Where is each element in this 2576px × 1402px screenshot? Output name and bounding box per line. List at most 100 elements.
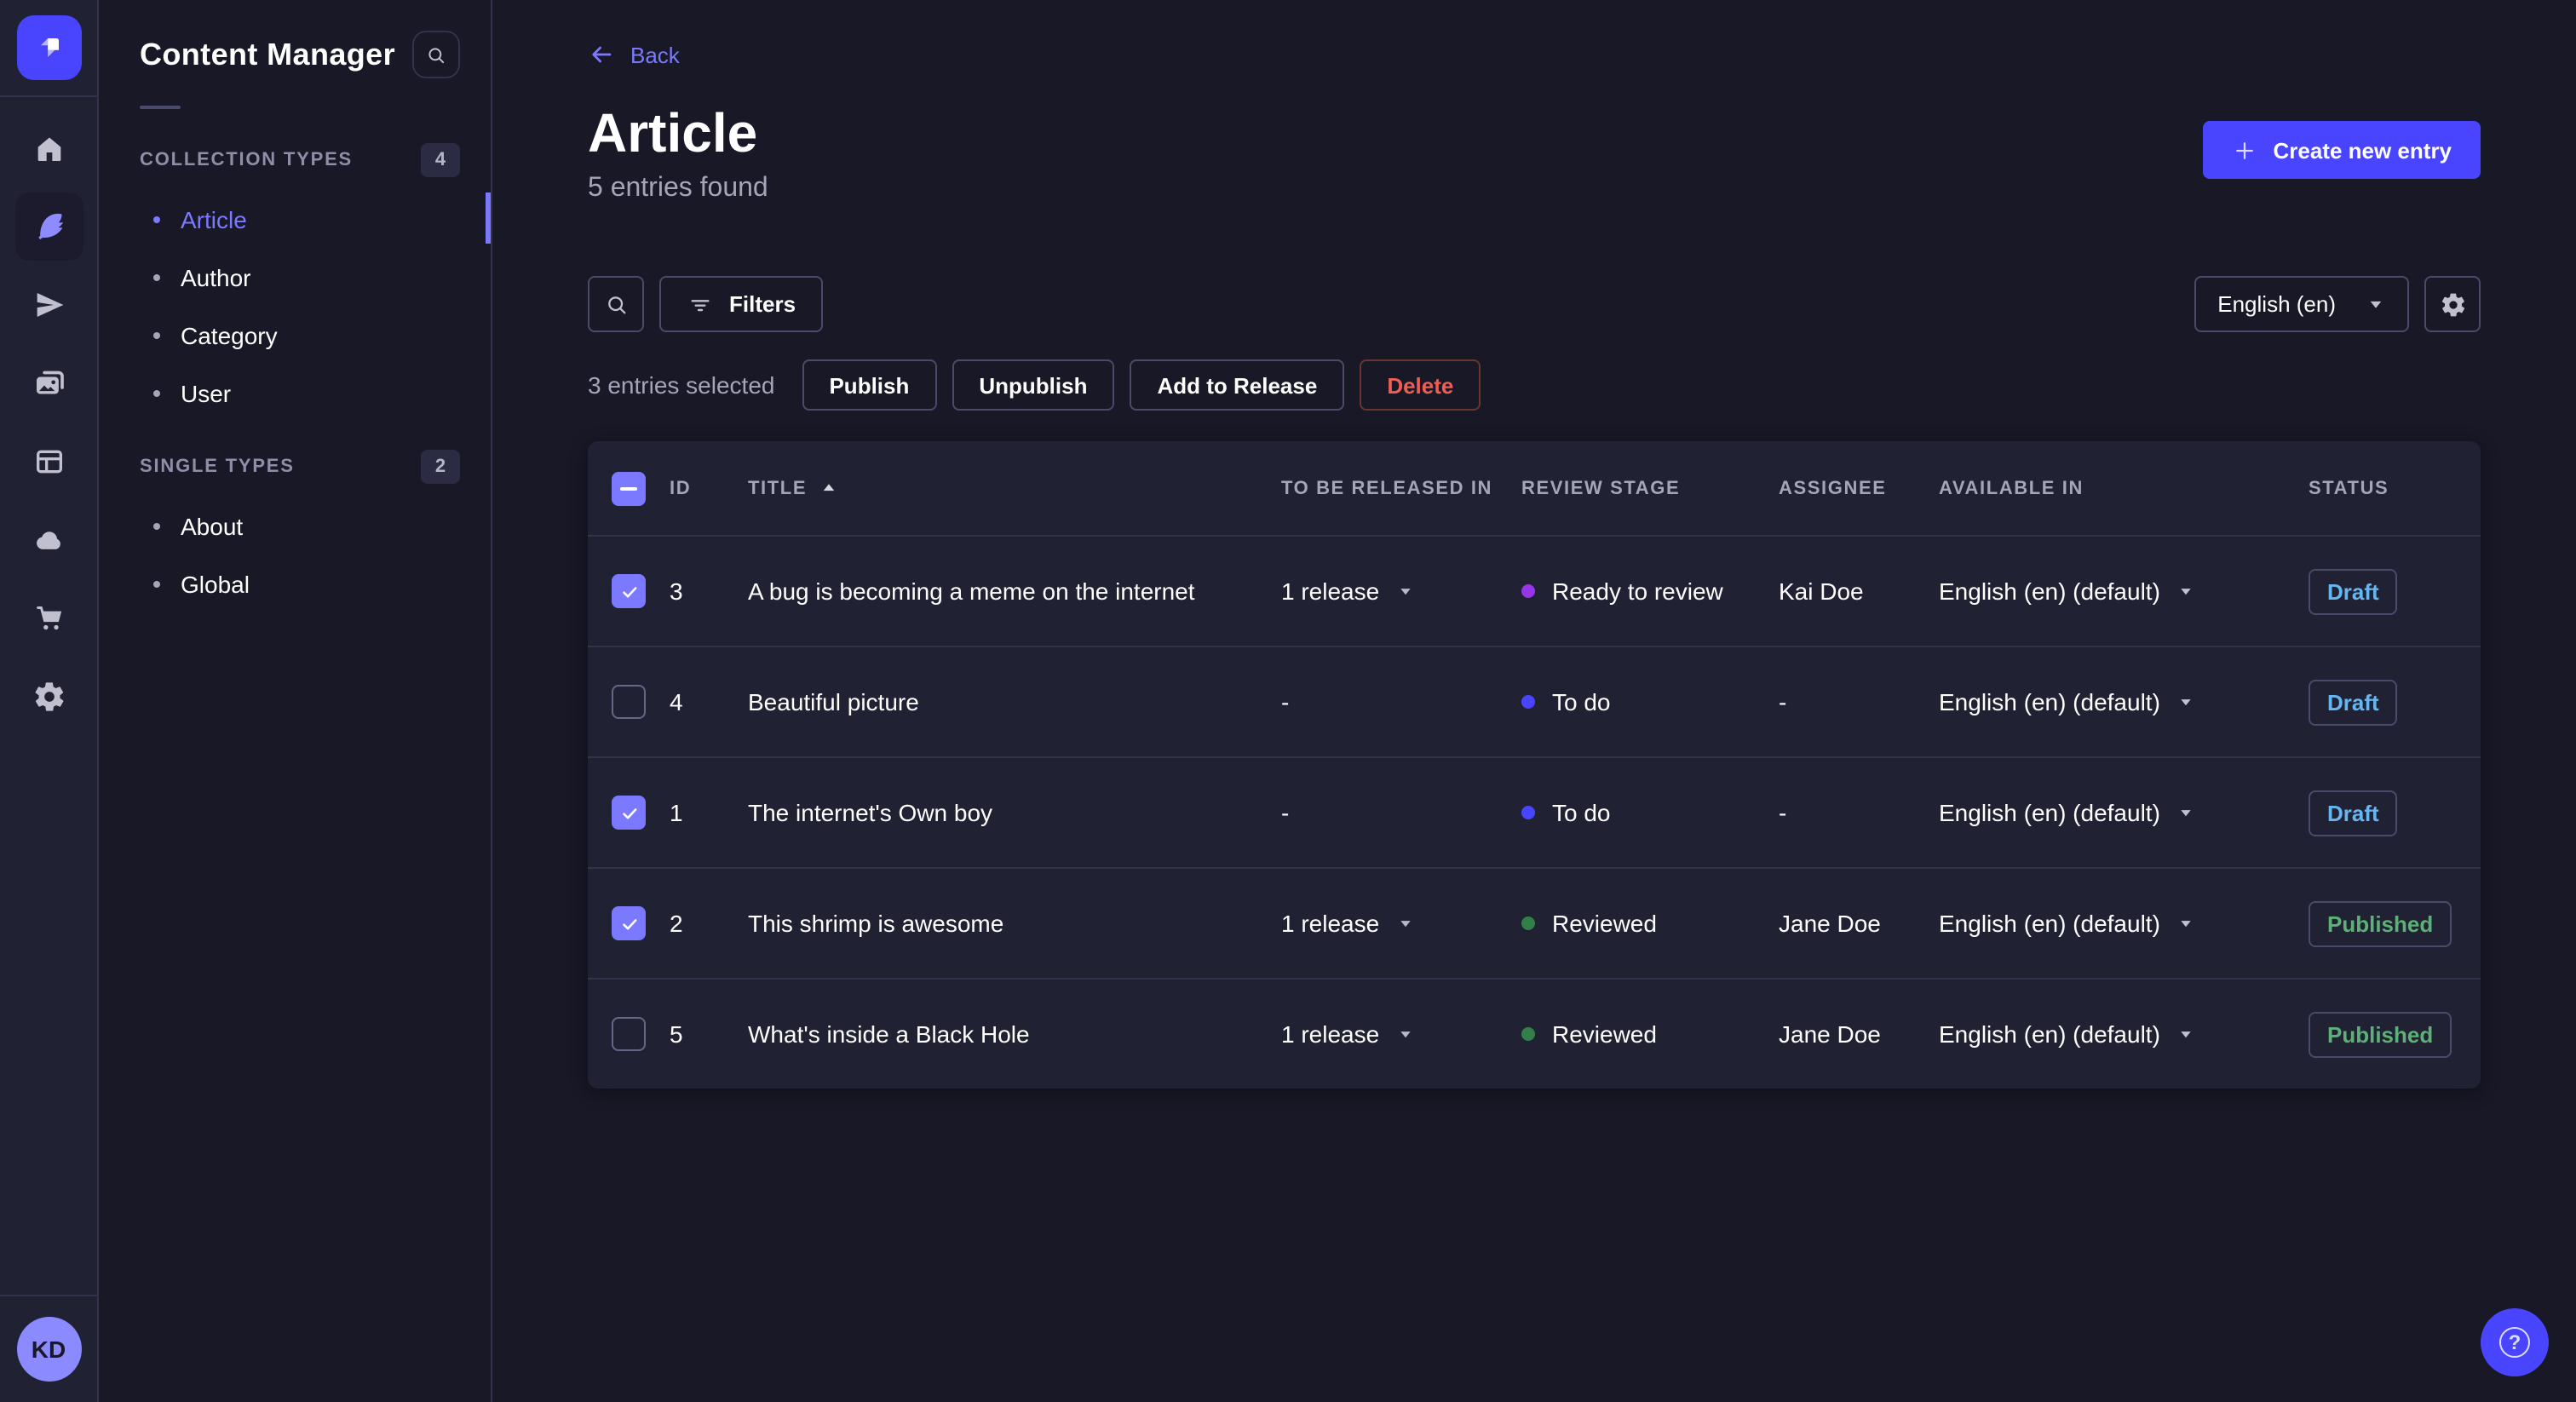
cell-to-be-released-in[interactable]: 1 release: [1281, 1020, 1521, 1048]
cell-assignee: -: [1779, 799, 1787, 827]
content-manager-subnav: Content Manager COLLECTION TYPES 4 Artic…: [99, 0, 492, 1402]
stage-label: Reviewed: [1552, 910, 1657, 938]
cell-id: 1: [670, 799, 683, 827]
chevron-down-icon: [1400, 921, 1410, 928]
cell-available-in[interactable]: English (en) (default): [1939, 910, 2309, 937]
cell-available-in[interactable]: English (en) (default): [1939, 577, 2309, 605]
cell-available-in[interactable]: English (en) (default): [1939, 688, 2309, 715]
cell-to-be-released-in[interactable]: 1 release: [1281, 910, 1521, 937]
sort-asc-icon: [822, 484, 834, 491]
selection-count-text: 3 entries selected: [588, 371, 775, 399]
user-avatar[interactable]: KD: [16, 1317, 81, 1382]
nav-item-label: About: [181, 513, 244, 540]
nav-item-label: User: [181, 380, 232, 407]
status-badge: Published: [2309, 1011, 2452, 1058]
delete-button[interactable]: Delete: [1360, 359, 1481, 411]
add-to-release-button[interactable]: Add to Release: [1130, 359, 1345, 411]
check-icon: [622, 918, 636, 929]
column-header-review-stage[interactable]: REVIEW STAGE: [1521, 478, 1779, 498]
table-row[interactable]: 5 What's inside a Black Hole 1 release R…: [588, 978, 2481, 1089]
cell-title: What's inside a Black Hole: [748, 1020, 1030, 1049]
subnav-sections: COLLECTION TYPES 4 Article Author Catego…: [99, 129, 491, 613]
available-locale: English (en) (default): [1939, 799, 2160, 827]
help-button[interactable]: ?: [2481, 1308, 2549, 1376]
status-badge: Draft: [2309, 679, 2398, 726]
search-entries-button[interactable]: [588, 276, 644, 333]
column-header-assignee[interactable]: ASSIGNEE: [1779, 478, 1939, 498]
cell-id: 4: [670, 688, 683, 716]
row-checkbox[interactable]: [612, 906, 646, 941]
marketplace-cart-icon[interactable]: [14, 584, 83, 652]
release-count: 1 release: [1281, 577, 1380, 606]
subnav-item-category[interactable]: Category: [99, 307, 491, 365]
row-checkbox[interactable]: [612, 1017, 646, 1052]
cell-review-stage: Ready to review: [1521, 577, 1779, 605]
subnav-divider: [140, 106, 181, 109]
column-header-to-be-released-in[interactable]: TO BE RELEASED IN: [1281, 478, 1521, 498]
stage-dot-icon: [1521, 695, 1535, 710]
check-icon: [622, 586, 636, 597]
feather-icon[interactable]: [14, 192, 83, 261]
arrow-left-icon: [592, 46, 612, 63]
column-header-available-in[interactable]: AVAILABLE IN: [1939, 478, 2309, 498]
column-header-status[interactable]: STATUS: [2309, 478, 2481, 498]
cell-to-be-released-in[interactable]: -: [1281, 688, 1521, 715]
cell-review-stage: To do: [1521, 799, 1779, 826]
stage-dot-icon: [1521, 806, 1535, 820]
subnav-item-about[interactable]: About: [99, 497, 491, 555]
publish-button[interactable]: Publish: [802, 359, 937, 411]
filters-button[interactable]: Filters: [659, 276, 824, 333]
view-settings-button[interactable]: [2424, 276, 2481, 333]
cell-to-be-released-in[interactable]: -: [1281, 799, 1521, 826]
available-locale: English (en) (default): [1939, 577, 2160, 606]
table-row[interactable]: 1 The internet's Own boy - To do - Engli…: [588, 756, 2481, 867]
cell-title: Beautiful picture: [748, 688, 919, 716]
gear-icon: [2441, 293, 2464, 316]
search-icon: [607, 296, 625, 313]
back-link[interactable]: Back: [588, 41, 680, 68]
available-locale: English (en) (default): [1939, 1020, 2160, 1049]
cell-available-in[interactable]: English (en) (default): [1939, 799, 2309, 826]
table-row[interactable]: 3 A bug is becoming a meme on the intern…: [588, 535, 2481, 646]
cell-to-be-released-in[interactable]: 1 release: [1281, 577, 1521, 605]
cell-id: 2: [670, 910, 683, 938]
subnav-item-user[interactable]: User: [99, 365, 491, 422]
chevron-down-icon: [1400, 589, 1410, 595]
settings-gear-icon[interactable]: [14, 663, 83, 731]
row-checkbox[interactable]: [612, 796, 646, 830]
media-library-icon[interactable]: [14, 349, 83, 417]
rail-icon-list: [14, 97, 83, 1295]
column-header-id[interactable]: ID: [670, 478, 748, 498]
column-header-title[interactable]: TITLE: [748, 478, 1281, 498]
release-count: 1 release: [1281, 1020, 1380, 1049]
cell-assignee: Kai Doe: [1779, 577, 1864, 606]
unpublish-button[interactable]: Unpublish: [952, 359, 1115, 411]
bullet-icon: [153, 274, 160, 281]
subnav-search-button[interactable]: [412, 31, 460, 78]
create-new-entry-button[interactable]: Create new entry: [2203, 121, 2481, 179]
select-all-checkbox[interactable]: [612, 471, 646, 506]
strapi-logo-icon[interactable]: [16, 15, 81, 80]
section-count-badge: 2: [421, 450, 460, 484]
paper-plane-icon[interactable]: [14, 271, 83, 339]
section-items: About Global: [99, 497, 491, 613]
cell-assignee: Jane Doe: [1779, 1020, 1881, 1049]
subnav-section: COLLECTION TYPES 4 Article Author Catego…: [99, 129, 491, 422]
release-count: -: [1281, 799, 1290, 827]
cell-title: The internet's Own boy: [748, 799, 993, 827]
table-row[interactable]: 2 This shrimp is awesome 1 release Revie…: [588, 867, 2481, 978]
chevron-down-icon: [2181, 699, 2191, 706]
cell-available-in[interactable]: English (en) (default): [1939, 1020, 2309, 1048]
table-row[interactable]: 4 Beautiful picture - To do - English (e…: [588, 646, 2481, 756]
row-checkbox[interactable]: [612, 685, 646, 720]
subnav-item-author[interactable]: Author: [99, 249, 491, 307]
row-checkbox[interactable]: [612, 574, 646, 609]
cloud-icon[interactable]: [14, 506, 83, 574]
stage-label: To do: [1552, 688, 1611, 716]
cell-assignee: -: [1779, 688, 1787, 716]
locale-select[interactable]: English (en): [2194, 276, 2409, 333]
subnav-item-article[interactable]: Article: [99, 191, 491, 249]
subnav-item-global[interactable]: Global: [99, 555, 491, 613]
content-type-builder-icon[interactable]: [14, 428, 83, 496]
home-icon[interactable]: [14, 114, 83, 182]
